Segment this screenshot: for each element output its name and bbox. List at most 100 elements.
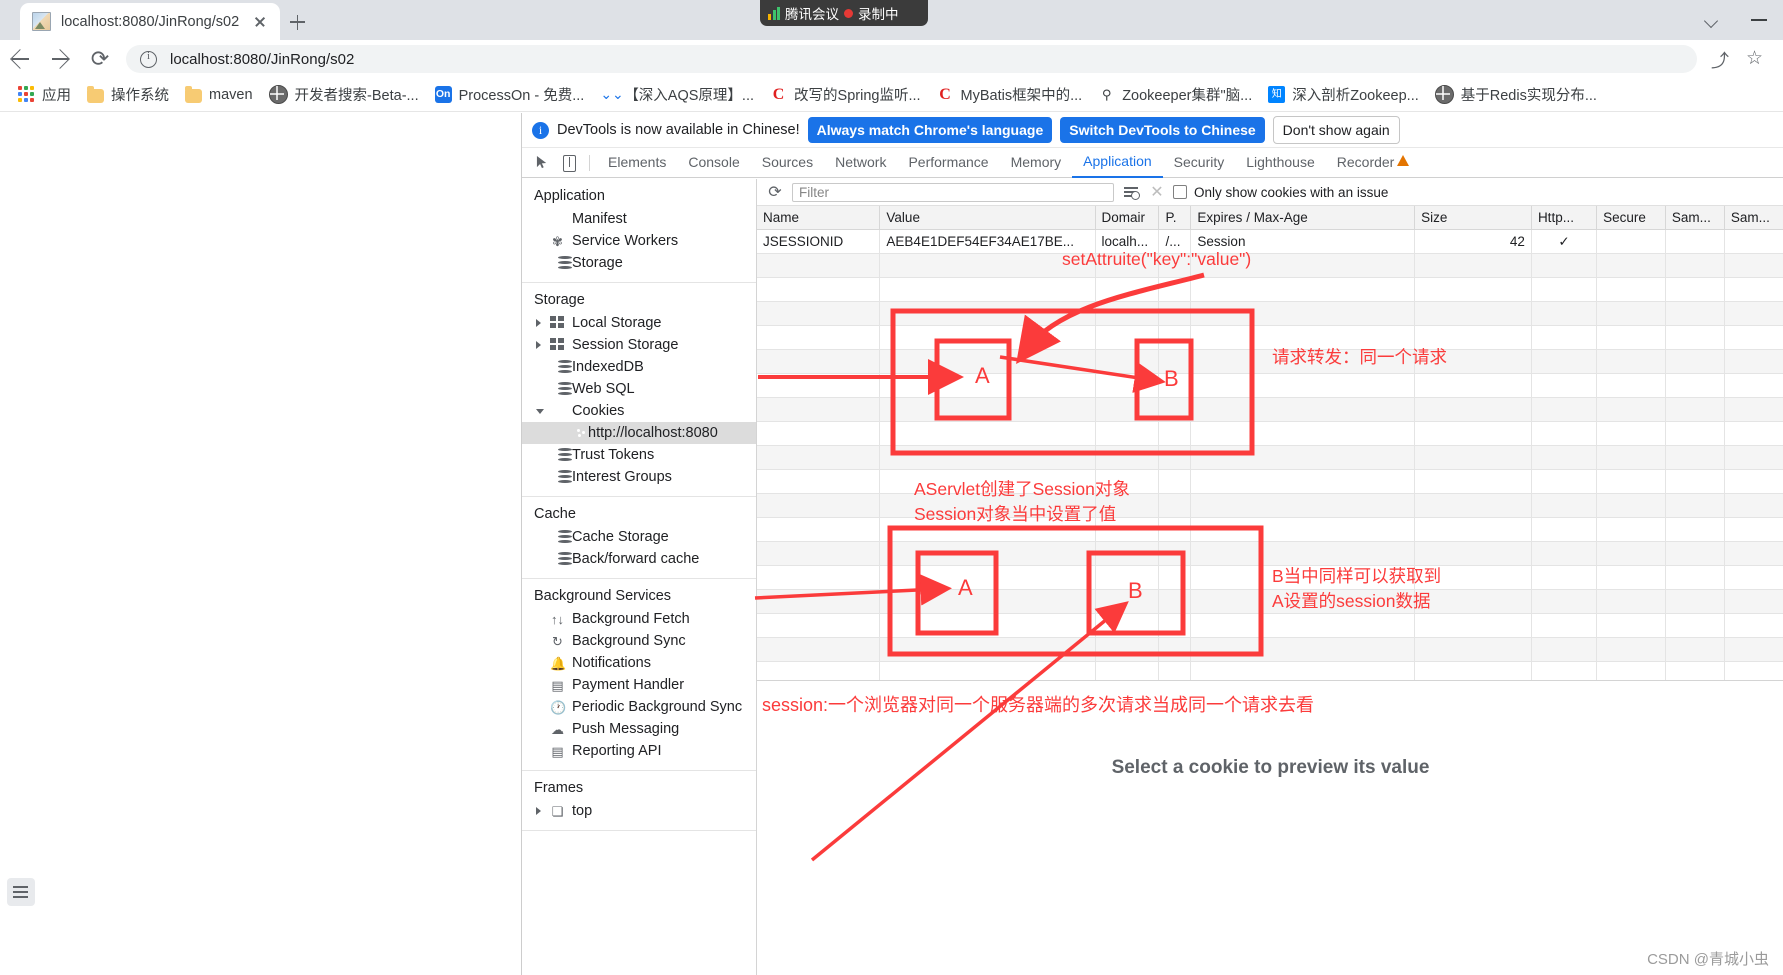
column-header-4[interactable]: Expires / Max-Age (1190, 206, 1416, 230)
sidebar-item-local-storage[interactable]: Local Storage (522, 312, 756, 334)
database-icon (550, 381, 572, 397)
back-arrow-icon[interactable] (0, 40, 40, 78)
table-cell-empty (1531, 301, 1598, 326)
switch-devtools-chinese-button[interactable]: Switch DevTools to Chinese (1060, 117, 1265, 143)
column-header-9[interactable]: Sam... (1724, 206, 1783, 230)
sidebar-item-interest-groups[interactable]: Interest Groups (522, 466, 756, 488)
close-icon[interactable] (248, 10, 272, 34)
new-tab-icon[interactable] (283, 8, 311, 36)
device-toolbar-icon[interactable] (556, 151, 582, 175)
column-header-0[interactable]: Name (757, 206, 881, 230)
caret-right-icon[interactable] (536, 807, 541, 815)
bookmark-item-8[interactable]: ⚲ Zookeeper集群"脑... (1090, 81, 1260, 108)
sidebar-item-session-storage[interactable]: Session Storage (522, 334, 756, 356)
sidebar-item-trust-tokens[interactable]: Trust Tokens (522, 444, 756, 466)
sidebar-item-http-localhost-8080[interactable]: http://localhost:8080 (522, 422, 756, 444)
refresh-icon[interactable]: ⟳ (765, 182, 785, 202)
always-match-language-button[interactable]: Always match Chrome's language (807, 117, 1053, 143)
devtools-tab-network[interactable]: Network (824, 148, 897, 177)
browser-tab[interactable]: localhost:8080/JinRong/s02 (20, 3, 280, 40)
minimize-icon[interactable] (1737, 0, 1783, 40)
sidebar-item-payment-handler[interactable]: ▤ Payment Handler (522, 674, 756, 696)
sidebar-item-indexeddb[interactable]: IndexedDB (522, 356, 756, 378)
address-bar-url: localhost:8080/JinRong/s02 (170, 50, 355, 68)
only-issues-checkbox[interactable] (1173, 185, 1187, 199)
sidebar-item-periodic-background-sync[interactable]: 🕐 Periodic Background Sync (522, 696, 756, 718)
recording-pill[interactable]: 腾讯会议 录制中 (760, 0, 928, 26)
column-header-7[interactable]: Secure (1596, 206, 1666, 230)
bookmark-item-2[interactable]: maven (177, 84, 261, 106)
table-row-empty (757, 421, 1783, 446)
table-cell-empty (1414, 445, 1532, 470)
dont-show-again-button[interactable]: Don't show again (1272, 116, 1400, 144)
forward-arrow-icon[interactable] (40, 40, 80, 78)
chevron-down-icon[interactable] (1691, 0, 1737, 40)
table-cell-empty (1724, 613, 1783, 638)
sidebar-item-web-sql[interactable]: Web SQL (522, 378, 756, 400)
devtools-tab-application[interactable]: Application (1072, 147, 1163, 178)
sidebar-item-manifest[interactable]: Manifest (522, 208, 756, 230)
bookmark-item-9[interactable]: 知深入剖析Zookeep... (1260, 81, 1427, 108)
address-bar[interactable]: localhost:8080/JinRong/s02 (126, 45, 1697, 73)
caret-right-icon[interactable] (536, 319, 541, 327)
devtools-tab-memory[interactable]: Memory (1000, 148, 1073, 177)
column-header-1[interactable]: Value (879, 206, 1096, 230)
table-cell-empty (879, 349, 1096, 374)
column-header-6[interactable]: Http... (1531, 206, 1598, 230)
share-icon[interactable]: ⤴ (1707, 44, 1737, 74)
table-row-empty (757, 565, 1783, 590)
filter-input[interactable] (792, 182, 1114, 202)
star-icon[interactable]: ☆ (1741, 44, 1771, 74)
inspect-element-icon[interactable] (530, 151, 556, 175)
sidebar-item-back-forward-cache[interactable]: Back/forward cache (522, 548, 756, 570)
sidebar-item-push-messaging[interactable]: ☁ Push Messaging (522, 718, 756, 740)
sidebar-item-cache-storage[interactable]: Cache Storage (522, 526, 756, 548)
devtools-tab-security[interactable]: Security (1163, 148, 1236, 177)
devtools-tab-performance[interactable]: Performance (897, 148, 999, 177)
devtools-tab-console[interactable]: Console (677, 148, 750, 177)
devtools-tab-recorder[interactable]: Recorder (1326, 148, 1422, 177)
sidebar-item-service-workers[interactable]: ✾ Service Workers (522, 230, 756, 252)
sidebar-item-notifications[interactable]: 🔔 Notifications (522, 652, 756, 674)
table-row[interactable]: JSESSIONID AEB4E1DEF54EF34AE17BE... localh… (757, 229, 1783, 254)
bookmark-item-6[interactable]: C 改写的Spring监听... (762, 81, 929, 108)
bookmark-item-3[interactable]: 开发者搜索-Beta-... (261, 81, 427, 108)
sidebar-item-reporting-api[interactable]: ▤ Reporting API (522, 740, 756, 762)
column-header-3[interactable]: P. (1158, 206, 1192, 230)
devtools-tab-elements[interactable]: Elements (597, 148, 677, 177)
side-panel-icon[interactable] (7, 878, 35, 906)
reload-icon[interactable]: ⟳ (80, 40, 120, 78)
sidebar-item-label: IndexedDB (572, 359, 644, 375)
info-icon[interactable] (140, 50, 157, 68)
zhihu-icon: 知 (1268, 86, 1286, 103)
bookmark-item-1[interactable]: 操作系统 (79, 81, 177, 108)
image-favicon (32, 12, 51, 31)
caret-right-icon[interactable] (536, 341, 541, 349)
bookmark-item-0[interactable]: 应用 (10, 81, 79, 108)
table-row-empty (757, 469, 1783, 494)
sidebar-item-label: Manifest (572, 211, 627, 227)
bookmark-item-10[interactable]: 基于Redis实现分布... (1427, 81, 1605, 108)
sidebar-item-label: Payment Handler (572, 677, 685, 693)
sidebar-row: Cookies (522, 400, 756, 422)
filter-list-icon[interactable] (1121, 183, 1141, 201)
table-cell-empty (1190, 445, 1416, 470)
devtools-tab-sources[interactable]: Sources (751, 148, 824, 177)
column-header-8[interactable]: Sam... (1665, 206, 1725, 230)
bookmark-item-4[interactable]: On ProcessOn - 免费... (427, 81, 593, 108)
sidebar-item-storage[interactable]: Storage (522, 252, 756, 274)
sidebar-item-background-sync[interactable]: ↻ Background Sync (522, 630, 756, 652)
sidebar-row: Storage (522, 252, 756, 274)
column-header-5[interactable]: Size (1414, 206, 1532, 230)
clear-x-icon[interactable]: ✕ (1148, 182, 1166, 202)
sidebar-item-background-fetch[interactable]: ↑↓ Background Fetch (522, 608, 756, 630)
sidebar-item-label: Reporting API (572, 743, 662, 759)
sidebar-item-top[interactable]: ❏ top (522, 800, 756, 822)
bookmark-label: 开发者搜索-Beta-... (294, 88, 419, 104)
caret-down-icon[interactable] (536, 409, 544, 418)
sidebar-item-cookies[interactable]: Cookies (522, 400, 756, 422)
bookmark-item-7[interactable]: C MyBatis框架中的... (929, 81, 1091, 108)
devtools-tab-lighthouse[interactable]: Lighthouse (1235, 148, 1326, 177)
column-header-2[interactable]: Domair (1095, 206, 1160, 230)
bookmark-item-5[interactable]: ⌄⌄ 【深入AQS原理】... (592, 81, 762, 108)
